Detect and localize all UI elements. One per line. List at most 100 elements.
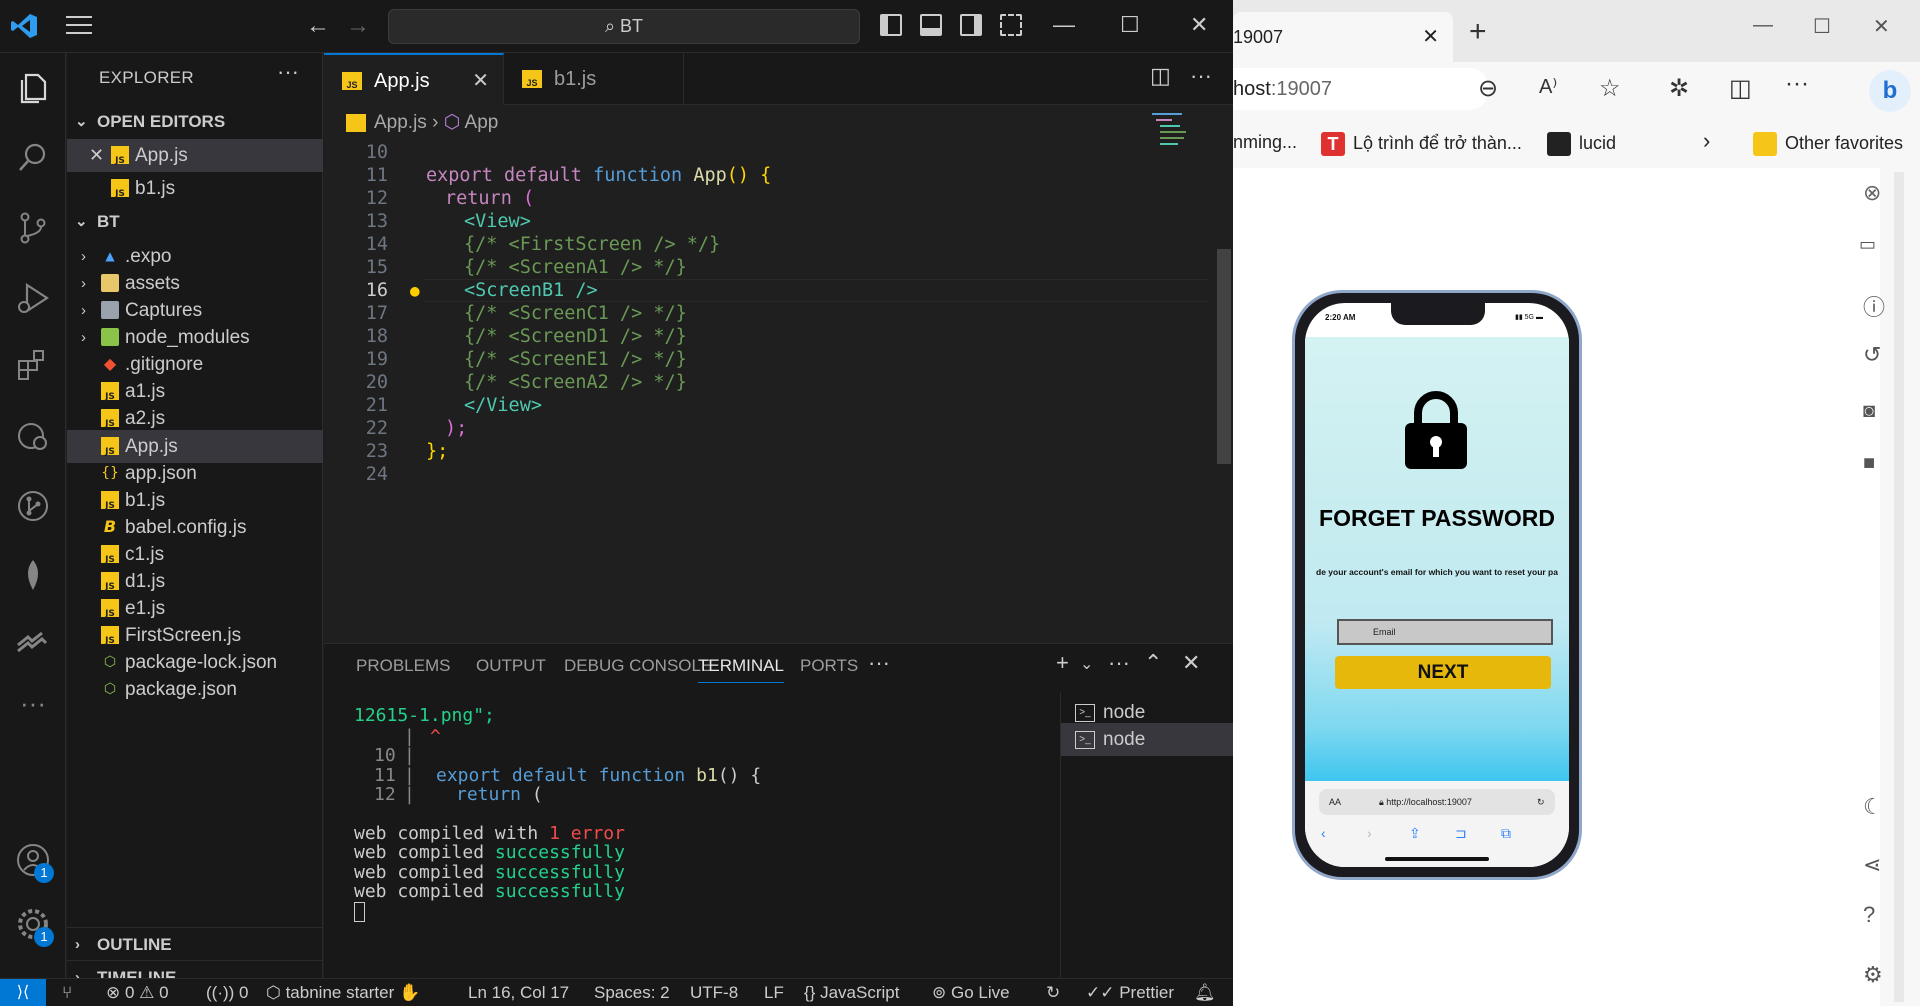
favorite-item[interactable]: T Lộ trình để trở thàn... — [1321, 132, 1522, 156]
tab-debug-console[interactable]: DEBUG CONSOLE — [564, 656, 712, 676]
reload-icon[interactable]: ↻ — [1537, 789, 1545, 815]
close-window-button[interactable]: ✕ — [1873, 14, 1890, 39]
new-tab-icon[interactable]: + — [1469, 17, 1487, 47]
problems-indicator[interactable]: ⊗ 0 ⚠ 0 — [106, 979, 169, 1006]
end-of-line[interactable]: LF — [764, 979, 784, 1006]
chevron-right-icon[interactable]: › — [1703, 128, 1710, 154]
tab-ports[interactable]: PORTS — [800, 656, 858, 676]
command-center-search[interactable]: ⌕ BT — [388, 9, 860, 44]
info-icon[interactable]: ⓘ — [1863, 290, 1885, 322]
settings-gear-icon[interactable]: ⚙ — [1863, 962, 1883, 988]
maximize-button[interactable]: ☐ — [1813, 14, 1831, 39]
close-circle-icon[interactable]: ⊗ — [1863, 180, 1881, 206]
devices-new-icon[interactable]: ▭ — [1859, 234, 1876, 255]
zoom-out-icon[interactable]: ⊖ — [1478, 74, 1498, 103]
favorite-star-icon[interactable]: ☆ — [1599, 74, 1621, 103]
browser-scrollbar[interactable] — [1894, 172, 1904, 1002]
more-views-icon[interactable]: ··· — [14, 690, 52, 731]
run-debug-icon[interactable] — [14, 279, 52, 317]
close-icon[interactable]: ✕ — [89, 139, 104, 172]
share-icon[interactable]: ⋖ — [1863, 852, 1881, 878]
language-mode[interactable]: {} JavaScript — [804, 979, 899, 1006]
toggle-sidebar-icon[interactable] — [880, 14, 902, 36]
favorite-item[interactable]: nming... — [1233, 132, 1297, 153]
search-icon[interactable] — [14, 139, 52, 177]
copilot-icon[interactable]: b — [1869, 70, 1911, 112]
close-panel-icon[interactable]: ✕ — [1182, 650, 1200, 676]
editor-more-icon[interactable]: ··· — [1190, 63, 1212, 89]
help-icon[interactable]: ? — [1863, 902, 1875, 928]
notifications-bell-icon[interactable]: 🔔︎ — [1194, 979, 1216, 1006]
git-graph-icon[interactable] — [14, 487, 52, 525]
lightbulb-icon[interactable]: ● — [410, 279, 420, 302]
close-tab-icon[interactable]: ✕ — [472, 55, 489, 107]
open-editor-app-js[interactable]: ✕ JS App.js — [67, 139, 323, 172]
extensions-icon[interactable] — [14, 347, 52, 385]
split-screen-icon[interactable]: ◫ — [1729, 74, 1752, 103]
open-editors-header[interactable]: ⌄ OPEN EDITORS — [67, 105, 323, 138]
back-icon[interactable]: ‹ — [1321, 825, 1326, 841]
settings-gear-icon[interactable]: 1 — [14, 905, 54, 947]
rotate-icon[interactable]: ↺ — [1863, 342, 1881, 368]
minimize-button[interactable]: — — [1053, 12, 1075, 38]
mongodb-leaf-icon[interactable] — [14, 557, 52, 595]
settings-more-icon[interactable]: ··· — [1785, 70, 1809, 98]
tabnine-status[interactable]: ⬡ tabnine starter ✋ — [266, 979, 420, 1006]
terminal-more-icon[interactable]: ··· — [1108, 650, 1130, 676]
breadcrumb-symbol[interactable]: App — [465, 112, 499, 133]
open-editor-b1-js[interactable]: JS b1.js — [67, 172, 323, 205]
extensions-icon[interactable]: ✲ — [1669, 74, 1689, 103]
bookmarks-icon[interactable]: ⊐ — [1455, 825, 1467, 842]
explorer-more-icon[interactable]: ··· — [277, 59, 299, 85]
other-favorites[interactable]: Other favorites — [1753, 132, 1903, 156]
terminal-instance[interactable]: >_ node — [1061, 723, 1234, 756]
encoding[interactable]: UTF-8 — [690, 979, 738, 1006]
prettier-status[interactable]: ✓✓ Prettier — [1086, 979, 1174, 1006]
text-size-button[interactable]: AA — [1329, 789, 1341, 815]
tab-b1-js[interactable]: JS b1.js — [504, 53, 684, 105]
chevron-down-icon[interactable]: ⌄ — [1080, 654, 1093, 674]
camera-icon[interactable]: ◙ — [1863, 400, 1875, 423]
remote-indicator-icon[interactable]: ⟩⟨ — [0, 979, 46, 1006]
toggle-secondary-sidebar-icon[interactable] — [960, 14, 982, 36]
breadcrumb-file[interactable]: App.js — [374, 112, 427, 133]
indentation[interactable]: Spaces: 2 — [594, 979, 670, 1006]
tab-app-js[interactable]: JS App.js ✕ — [324, 53, 504, 105]
share-icon[interactable]: ⇪ — [1409, 825, 1421, 842]
video-icon[interactable]: ■ — [1863, 452, 1875, 475]
customize-layout-icon[interactable] — [1000, 14, 1022, 36]
git-branch-icon[interactable]: ⑂ — [62, 979, 72, 1006]
go-live-button[interactable]: ⊚ Go Live — [932, 979, 1010, 1006]
split-editor-icon[interactable]: ◫ — [1150, 63, 1171, 89]
read-aloud-icon[interactable]: A⁾ — [1539, 74, 1557, 99]
toggle-panel-icon[interactable] — [920, 14, 942, 36]
project-header[interactable]: ⌄ BT — [67, 205, 323, 238]
browser-tab[interactable]: 19007 ✕ — [1233, 12, 1453, 62]
thunder-client-icon[interactable] — [14, 625, 52, 663]
editor-scrollbar[interactable] — [1217, 249, 1231, 464]
new-terminal-icon[interactable]: + — [1056, 650, 1069, 676]
forward-arrow-icon[interactable]: → — [346, 12, 370, 40]
next-button[interactable]: NEXT — [1335, 656, 1551, 689]
outline-header[interactable]: › OUTLINE — [67, 927, 323, 960]
sync-icon[interactable]: ↻ — [1046, 979, 1060, 1006]
back-arrow-icon[interactable]: ← — [306, 12, 330, 40]
tree-file-package[interactable]: ⬡ package.json — [67, 673, 323, 706]
close-window-button[interactable]: ✕ — [1190, 12, 1208, 38]
moon-icon[interactable]: ☾ — [1863, 794, 1883, 820]
email-field[interactable]: Email — [1337, 619, 1553, 645]
favorite-item[interactable]: lucid — [1547, 132, 1616, 156]
accounts-icon[interactable]: 1 — [14, 841, 54, 883]
remote-explorer-icon[interactable] — [14, 417, 52, 455]
tab-problems[interactable]: PROBLEMS — [356, 656, 450, 676]
maximize-button[interactable]: ☐ — [1120, 12, 1140, 38]
mobile-address-bar[interactable]: AA 🔒︎ http://localhost:19007 ↻ — [1319, 789, 1555, 815]
tab-output[interactable]: OUTPUT — [476, 656, 546, 676]
ports-indicator[interactable]: ((·)) 0 — [206, 979, 249, 1006]
source-control-icon[interactable] — [14, 209, 52, 247]
panel-more-icon[interactable]: ··· — [868, 650, 890, 676]
close-tab-icon[interactable]: ✕ — [1422, 12, 1439, 62]
address-bar[interactable]: host:19007 — [1233, 68, 1489, 110]
tabs-icon[interactable]: ⧉ — [1501, 825, 1511, 842]
cursor-position[interactable]: Ln 16, Col 17 — [468, 979, 569, 1006]
